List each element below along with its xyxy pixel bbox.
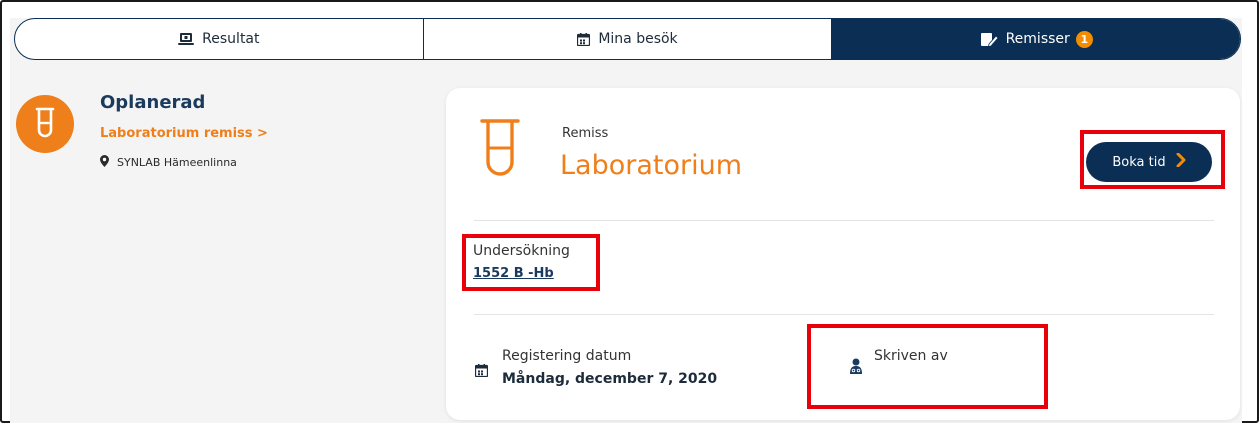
tab-label: Resultat xyxy=(202,31,260,47)
tab-mina-besok[interactable]: Mina besök xyxy=(424,19,833,59)
edit-document-icon xyxy=(980,32,998,47)
notification-badge: 1 xyxy=(1075,30,1093,48)
highlight-box xyxy=(1080,130,1225,189)
highlight-box xyxy=(807,324,1048,409)
tab-remisser[interactable]: Remisser 1 xyxy=(832,19,1240,59)
location-label: SYNLAB Hämeenlinna xyxy=(117,156,237,169)
divider xyxy=(474,220,1214,221)
tab-bar: Resultat Mina besök Remisser 1 xyxy=(14,18,1241,60)
registered-date-value: Måndag, december 7, 2020 xyxy=(502,371,718,387)
referral-link[interactable]: Laboratorium remiss > xyxy=(100,126,268,141)
referral-status: Oplanerad xyxy=(100,92,206,113)
divider xyxy=(474,314,1214,315)
tab-label: Mina besök xyxy=(598,31,678,47)
calendar-icon xyxy=(474,362,489,381)
test-tube-icon xyxy=(478,118,522,186)
laptop-icon xyxy=(178,32,195,46)
calendar-icon xyxy=(577,32,591,46)
registered-date-label: Registering datum xyxy=(502,348,632,364)
highlight-box xyxy=(462,234,600,291)
tab-resultat[interactable]: Resultat xyxy=(15,19,424,59)
location-row: SYNLAB Hämeenlinna xyxy=(100,155,237,170)
location-pin-icon xyxy=(100,155,109,170)
card-kicker: Remiss xyxy=(562,126,609,141)
tab-label: Remisser xyxy=(1005,31,1070,47)
card-title: Laboratorium xyxy=(560,150,743,181)
test-tube-avatar-icon xyxy=(16,95,74,153)
